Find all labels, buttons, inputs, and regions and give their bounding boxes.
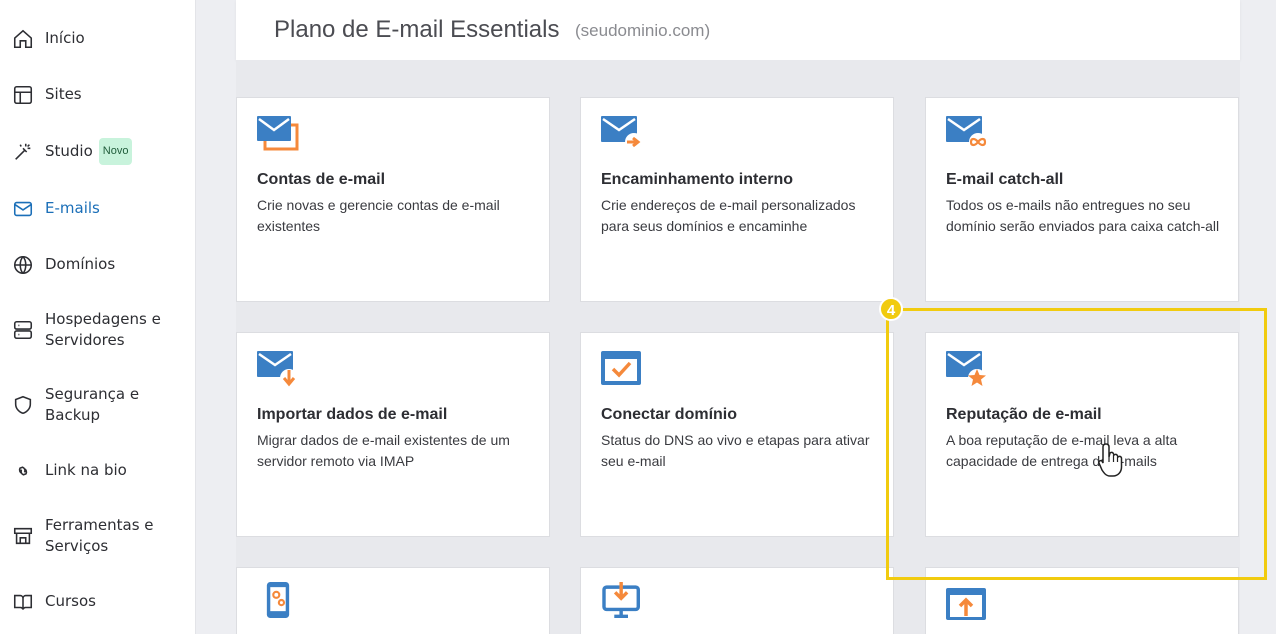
sidebar-item-label: Sites	[45, 85, 82, 103]
home-icon	[11, 27, 35, 51]
mail-star-icon	[946, 351, 986, 387]
sidebar-item-inicio[interactable]: Início	[0, 28, 196, 49]
page-header: Plano de E-mail Essentials (seudominio.c…	[236, 0, 1240, 60]
sidebar-item-label: Link na bio	[45, 461, 127, 479]
shield-icon	[11, 393, 35, 417]
sidebar-item-link-na-bio[interactable]: Link na bio	[0, 460, 196, 481]
globe-icon	[11, 253, 35, 277]
card-mobile-settings[interactable]	[236, 567, 550, 634]
browser-check-icon	[601, 351, 641, 385]
link-icon	[11, 459, 35, 483]
card-title: Importar dados de e-mail	[257, 406, 448, 423]
sidebar-item-label: Domínios	[45, 255, 116, 273]
mail-import-icon	[257, 351, 298, 387]
hand-cursor-icon	[1098, 443, 1123, 477]
store-icon	[11, 524, 35, 548]
mail-forward-icon	[601, 116, 643, 151]
card-description: Migrar dados de e-mail existentes de um …	[257, 432, 510, 469]
sidebar-item-sites[interactable]: Sites	[0, 84, 196, 105]
sidebar-item-label: Ferramentas e Serviços	[45, 516, 154, 555]
card-email-accounts[interactable]: Contas de e-mail Crie novas e gerencie c…	[236, 97, 550, 302]
mail-infinity-icon	[946, 116, 987, 151]
sidebar-item-label: Segurança e Backup	[45, 385, 140, 424]
card-browser-upload[interactable]	[925, 567, 1239, 634]
sidebar-item-label: Hospedagens e Servidores	[45, 310, 161, 349]
sidebar-item-ferramentas[interactable]: Ferramentas e Serviços	[0, 515, 196, 557]
card-catch-all[interactable]: E-mail catch-all Todos os e-mails não en…	[925, 97, 1239, 302]
card-description: Crie novas e gerencie contas de e-mail e…	[257, 197, 500, 234]
sidebar-item-seguranca[interactable]: Segurança e Backup	[0, 384, 196, 426]
sidebar-item-label: Studio	[45, 142, 93, 160]
card-connect-domain[interactable]: Conectar domínio Status do DNS ao vivo e…	[580, 332, 894, 537]
browser-upload-icon	[946, 588, 986, 620]
card-description: Status do DNS ao vivo e etapas para ativ…	[601, 432, 870, 469]
sidebar-item-dominios[interactable]: Domínios	[0, 254, 196, 275]
card-email-reputation[interactable]: Reputação de e-mail A boa reputação de e…	[925, 332, 1239, 537]
card-title: Conectar domínio	[601, 406, 738, 423]
new-badge: Novo	[98, 138, 133, 165]
sidebar-item-label: Início	[45, 29, 85, 47]
card-title: Contas de e-mail	[257, 171, 386, 188]
magic-wand-icon	[11, 140, 35, 164]
page-title: Plano de E-mail Essentials	[274, 16, 560, 43]
sidebar-item-studio[interactable]: Studio Novo	[0, 138, 196, 165]
card-description: Crie endereços de e-mail personalizados …	[601, 197, 856, 234]
sidebar-item-label: E-mails	[45, 199, 100, 217]
mobile-settings-icon	[266, 582, 290, 618]
layout-icon	[11, 83, 35, 107]
card-title: Reputação de e-mail	[946, 406, 1102, 423]
domain-label: (seudominio.com)	[575, 21, 711, 40]
card-description: Todos os e-mails não entregues no seu do…	[946, 197, 1220, 234]
sidebar-item-cursos[interactable]: Cursos	[0, 591, 196, 612]
server-icon	[11, 318, 35, 342]
card-title: E-mail catch-all	[946, 171, 1064, 188]
mail-icon	[11, 197, 35, 221]
card-monitor-download[interactable]	[580, 567, 894, 634]
sidebar-item-label: Cursos	[45, 592, 96, 610]
card-description: A boa reputação de e-mail leva a alta ca…	[946, 432, 1178, 469]
card-title: Encaminhamento interno	[601, 171, 794, 188]
book-icon	[11, 590, 35, 614]
card-import-email[interactable]: Importar dados de e-mail Migrar dados de…	[236, 332, 550, 537]
step-number-badge: 4	[879, 297, 903, 321]
sidebar-item-emails[interactable]: E-mails	[0, 198, 196, 219]
sidebar: Início Sites Studio Novo E-mails Domínios…	[0, 0, 196, 634]
monitor-download-icon	[602, 582, 640, 618]
card-internal-forwarding[interactable]: Encaminhamento interno Crie endereços de…	[580, 97, 894, 302]
sidebar-item-hospedagens[interactable]: Hospedagens e Servidores	[0, 309, 196, 351]
mail-accounts-icon	[257, 116, 299, 151]
